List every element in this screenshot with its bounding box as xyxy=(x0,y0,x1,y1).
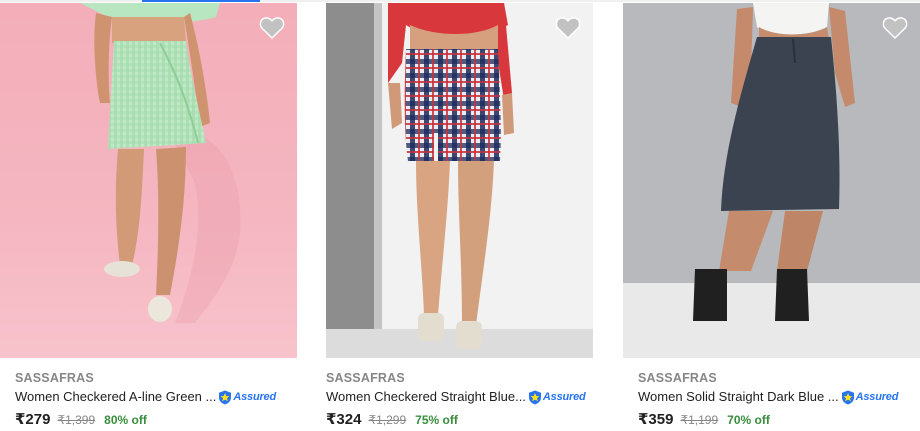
top-divider xyxy=(0,0,920,2)
selling-price: ₹359 xyxy=(638,411,674,428)
assured-badge: Assured xyxy=(528,389,586,405)
original-price: ₹1,399 xyxy=(57,413,96,427)
assured-label: Assured xyxy=(542,391,586,403)
original-price: ₹1,199 xyxy=(680,413,719,427)
product-brand: SASSAFRAS xyxy=(326,371,405,385)
selling-price: ₹324 xyxy=(326,411,362,428)
active-tab-indicator xyxy=(142,0,260,2)
discount-percent: 75% off xyxy=(415,413,458,427)
heart-icon xyxy=(555,17,581,40)
product-image[interactable] xyxy=(0,3,297,358)
wishlist-button[interactable] xyxy=(555,16,581,40)
product-title-link[interactable]: Women Solid Straight Dark Blue ... xyxy=(638,388,839,406)
selling-price: ₹279 xyxy=(15,411,51,428)
product-brand: SASSAFRAS xyxy=(638,371,717,385)
assured-label: Assured xyxy=(855,391,899,403)
product-title-link[interactable]: Women Checkered Straight Blue... xyxy=(326,388,526,406)
product-card[interactable]: SASSAFRAS Women Checkered A-line Green .… xyxy=(0,3,297,431)
heart-icon xyxy=(882,17,908,40)
assured-badge: Assured xyxy=(218,389,276,405)
assured-badge: Assured xyxy=(841,389,899,405)
product-brand: SASSAFRAS xyxy=(15,371,94,385)
heart-icon xyxy=(259,17,285,40)
product-card[interactable]: SASSAFRAS Women Solid Straight Dark Blue… xyxy=(623,3,920,431)
product-photo-dark-skirt xyxy=(623,3,920,358)
original-price: ₹1,299 xyxy=(368,413,407,427)
assured-shield-icon xyxy=(528,390,541,404)
assured-label: Assured xyxy=(233,391,276,403)
wishlist-button[interactable] xyxy=(259,16,285,40)
wishlist-button[interactable] xyxy=(882,16,908,40)
product-photo-green-skirt xyxy=(0,3,297,358)
discount-percent: 70% off xyxy=(727,413,770,427)
product-card[interactable]: SASSAFRAS Women Checkered Straight Blue.… xyxy=(326,3,593,431)
product-title-link[interactable]: Women Checkered A-line Green ... xyxy=(15,388,216,406)
discount-percent: 80% off xyxy=(104,413,147,427)
product-image[interactable] xyxy=(326,3,593,358)
product-image[interactable] xyxy=(623,3,920,358)
assured-shield-icon xyxy=(219,390,232,404)
assured-shield-icon xyxy=(841,390,854,404)
product-photo-checkered-skirt xyxy=(326,3,593,358)
